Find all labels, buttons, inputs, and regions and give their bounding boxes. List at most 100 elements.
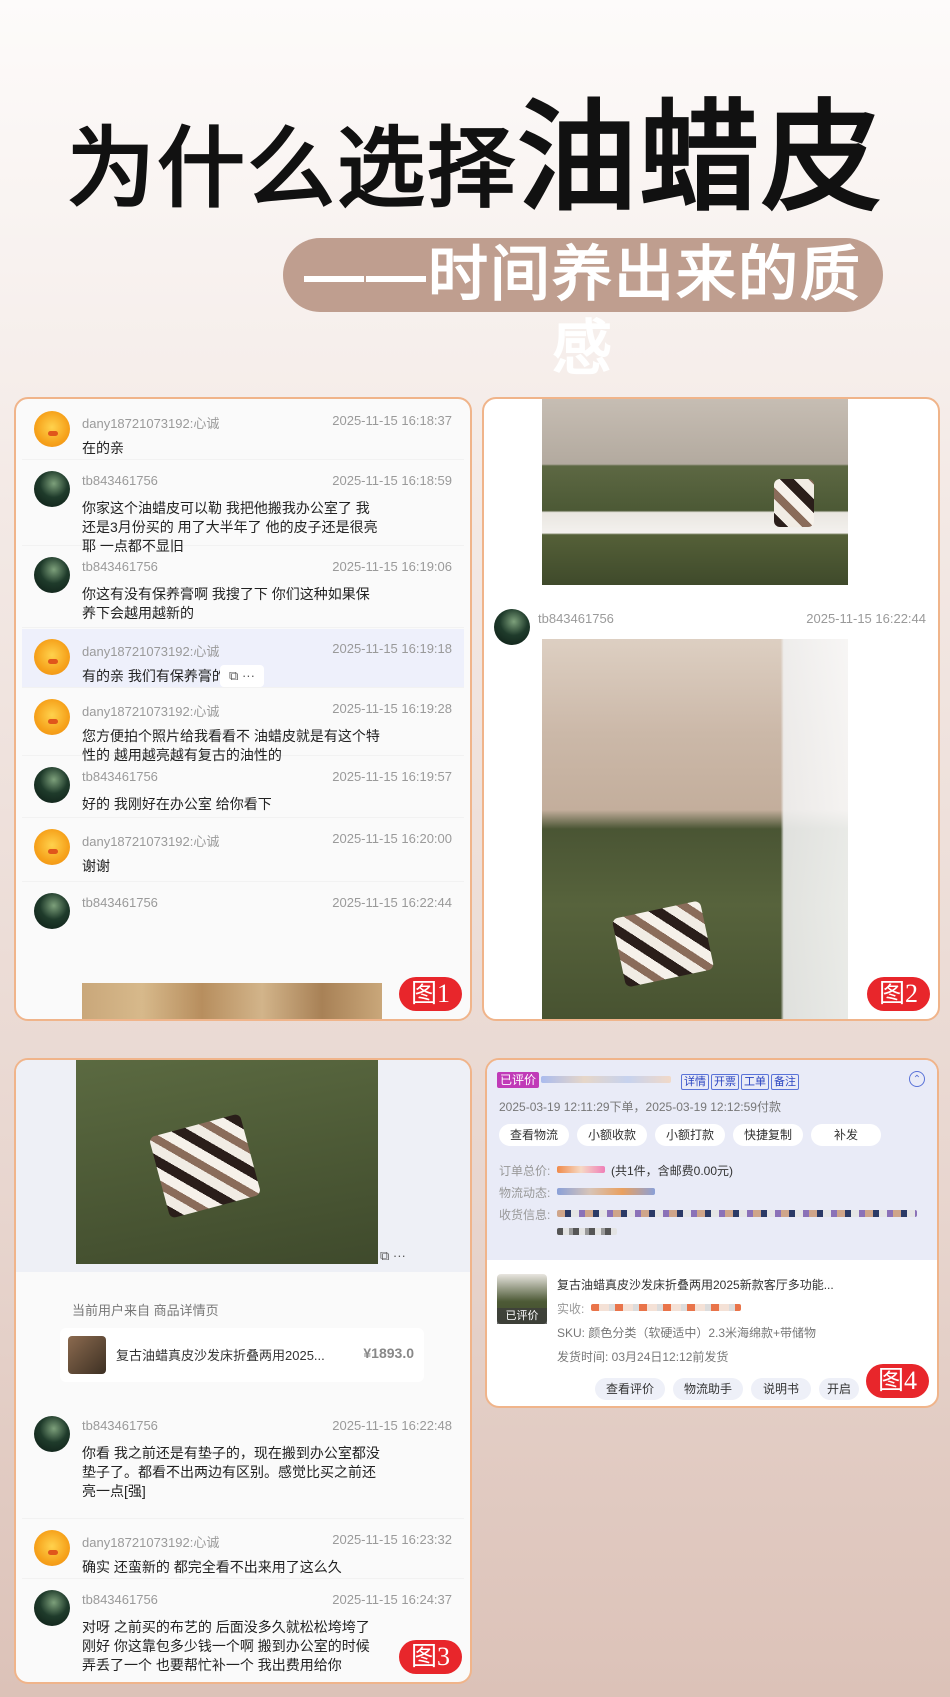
- username: dany18721073192:心诚: [82, 834, 220, 849]
- order-product-title[interactable]: 复古油蜡真皮沙发床折叠两用2025新款客厅多功能...: [557, 1276, 834, 1293]
- username: tb843461756: [82, 1418, 158, 1433]
- timestamp: 2025-11-15 16:19:06: [332, 559, 452, 574]
- address-blurred-1: [557, 1210, 917, 1217]
- timestamp: 2025-11-15 16:23:32: [332, 1532, 452, 1547]
- username: tb843461756: [82, 1592, 158, 1607]
- username: tb843461756: [82, 769, 158, 784]
- product-title: 复古油蜡真皮沙发床折叠两用2025...: [116, 1348, 325, 1363]
- panel-chat-1: dany18721073192:心诚 2025-11-15 16:18:37 在的亲…: [14, 397, 472, 1021]
- message-actions[interactable]: ⧉ ···: [220, 665, 264, 687]
- btn-small-collect[interactable]: 小额收款: [577, 1124, 647, 1146]
- chat-message: dany18721073192:心诚 2025-11-15 16:19:18 有的亲…: [22, 629, 464, 688]
- btn-logistics-helper[interactable]: 物流助手: [673, 1378, 743, 1400]
- avatar[interactable]: [34, 411, 70, 447]
- timestamp: 2025-11-15 16:18:59: [332, 473, 452, 488]
- username: tb843461756: [538, 611, 614, 626]
- btn-manual[interactable]: 说明书: [751, 1378, 811, 1400]
- avatar[interactable]: [34, 1590, 70, 1626]
- timestamp: 2025-11-15 16:22:44: [806, 611, 926, 626]
- tag-ticket[interactable]: 工单: [741, 1074, 769, 1090]
- order-time: 2025-03-19 12:11:29下单，2025-03-19 12:12:5…: [499, 1100, 781, 1114]
- username: tb843461756: [82, 559, 158, 574]
- paid-label: 实收:: [557, 1302, 585, 1316]
- avatar[interactable]: [34, 471, 70, 507]
- figure-badge-1: 图1: [398, 977, 462, 1011]
- username: tb843461756: [82, 473, 158, 488]
- panel-order-4: 已评价 详情 开票 工单 备注 ⌃ 2025-03-19 12:11:29下单，202…: [485, 1058, 939, 1408]
- btn-view-review[interactable]: 查看评价: [595, 1378, 665, 1400]
- message-text: 好的 我刚好在办公室 给你看下: [82, 796, 272, 812]
- panel-photos-2: tb843461756 2025-11-15 16:22:44 图2: [482, 397, 940, 1021]
- page-title: 为什么选择油蜡皮: [0, 60, 950, 234]
- tag-note[interactable]: 备注: [771, 1074, 799, 1090]
- avatar[interactable]: [34, 1530, 70, 1566]
- timestamp: 2025-11-15 16:18:37: [332, 413, 452, 428]
- source-label: 当前用户来自 商品详情页: [72, 1303, 219, 1318]
- btn-small-pay[interactable]: 小额打款: [655, 1124, 725, 1146]
- logistics-blurred: [557, 1188, 655, 1195]
- timestamp: 2025-11-15 16:19:18: [332, 641, 452, 656]
- collapse-icon[interactable]: ⌃: [909, 1071, 925, 1087]
- avatar[interactable]: [34, 699, 70, 735]
- order-total-note: (共1件，含邮费0.00元): [611, 1164, 734, 1178]
- timestamp: 2025-11-15 16:22:44: [332, 895, 452, 910]
- timestamp: 2025-11-15 16:19:28: [332, 701, 452, 716]
- address-label: 收货信息:: [499, 1208, 551, 1222]
- product-price: ¥1893.0: [363, 1345, 414, 1361]
- figure-badge-4: 图4: [865, 1364, 929, 1398]
- buyer-name-blurred: [541, 1076, 671, 1083]
- panel-chat-3: ⧉ ··· 当前用户来自 商品详情页 复古油蜡真皮沙发床折叠两用2025... …: [14, 1058, 472, 1684]
- timestamp: 2025-11-15 16:19:57: [332, 769, 452, 784]
- ship-time: 发货时间: 03月24日12:12前发货: [557, 1350, 729, 1364]
- avatar[interactable]: [34, 557, 70, 593]
- chat-message: dany18721073192:心诚 2025-11-15 16:20:00 谢谢: [22, 819, 464, 882]
- avatar[interactable]: [34, 639, 70, 675]
- avatar[interactable]: [34, 893, 70, 929]
- message-text: 你看 我之前还是有垫子的，现在搬到办公室都没垫子了。都看不出两边有区别。感觉比买…: [82, 1445, 380, 1499]
- logistics-label: 物流动态:: [499, 1186, 551, 1200]
- chat-message: tb843461756 2025-11-15 16:24:37 对呀 之前买的布艺的…: [22, 1580, 464, 1682]
- username: dany18721073192:心诚: [82, 416, 220, 431]
- order-status-tag: 已评价: [497, 1072, 540, 1088]
- message-text: 对呀 之前买的布艺的 后面没多久就松松垮垮了 刚好 你这靠包多少钱一个啊 搬到办…: [82, 1619, 370, 1673]
- order-total-label: 订单总价:: [499, 1164, 551, 1178]
- chat-message: tb843461756 2025-11-15 16:19:06 你这有没有保养膏啊 …: [22, 547, 464, 628]
- throw-blanket-1: [774, 479, 814, 527]
- product-thumb-order: 已评价: [497, 1274, 547, 1324]
- btn-open[interactable]: 开启: [819, 1378, 859, 1400]
- product-card[interactable]: 复古油蜡真皮沙发床折叠两用2025... ¥1893.0: [60, 1328, 424, 1382]
- avatar: [494, 609, 530, 645]
- address-blurred-2: [557, 1228, 617, 1235]
- chat-image-painting[interactable]: [82, 983, 382, 1019]
- chat-message: dany18721073192:心诚 2025-11-15 16:19:28 您方便…: [22, 689, 464, 763]
- figure-badge-2: 图2: [866, 977, 930, 1011]
- title-big: 油蜡皮: [517, 91, 883, 225]
- tag-detail[interactable]: 详情: [681, 1074, 709, 1090]
- avatar[interactable]: [34, 1416, 70, 1452]
- order-total-blurred: [557, 1166, 605, 1173]
- title-small: 为什么选择: [66, 119, 517, 218]
- timestamp: 2025-11-15 16:20:00: [332, 831, 452, 846]
- chat-message: dany18721073192:心诚 2025-11-15 16:18:37 在的亲: [22, 401, 464, 460]
- timestamp: 2025-11-15 16:24:37: [332, 1592, 452, 1607]
- order-header: [487, 1060, 937, 1260]
- avatar[interactable]: [34, 767, 70, 803]
- product-badge: 已评价: [497, 1308, 547, 1324]
- timestamp: 2025-11-15 16:22:48: [332, 1418, 452, 1433]
- avatar[interactable]: [34, 829, 70, 865]
- chat-message: dany18721073192:心诚 2025-11-15 16:23:32 确实 …: [22, 1520, 464, 1579]
- order-tags: 详情 开票 工单 备注: [681, 1072, 801, 1090]
- figure-badge-3: 图3: [398, 1640, 462, 1674]
- message-text: 你这有没有保养膏啊 我搜了下 你们这种如果保养下会越用越新的: [82, 586, 370, 621]
- chat-message: tb843461756 2025-11-15 16:18:59 你家这个油蜡皮可以勒…: [22, 461, 464, 554]
- btn-quick-copy[interactable]: 快捷复制: [733, 1124, 803, 1146]
- chat-message: tb843461756 2025-11-15 16:19:57 好的 我刚好在办公室…: [22, 757, 464, 818]
- chat-message: tb843461756 2025-11-15 16:22:48 你看 我之前还是有垫…: [22, 1406, 464, 1519]
- btn-reissue[interactable]: 补发: [811, 1124, 881, 1146]
- username: dany18721073192:心诚: [82, 704, 220, 719]
- image-actions[interactable]: ⧉ ···: [380, 1248, 406, 1264]
- tag-invoice[interactable]: 开票: [711, 1074, 739, 1090]
- btn-view-logistics[interactable]: 查看物流: [499, 1124, 569, 1146]
- username: dany18721073192:心诚: [82, 644, 220, 659]
- product-thumb: [68, 1336, 106, 1374]
